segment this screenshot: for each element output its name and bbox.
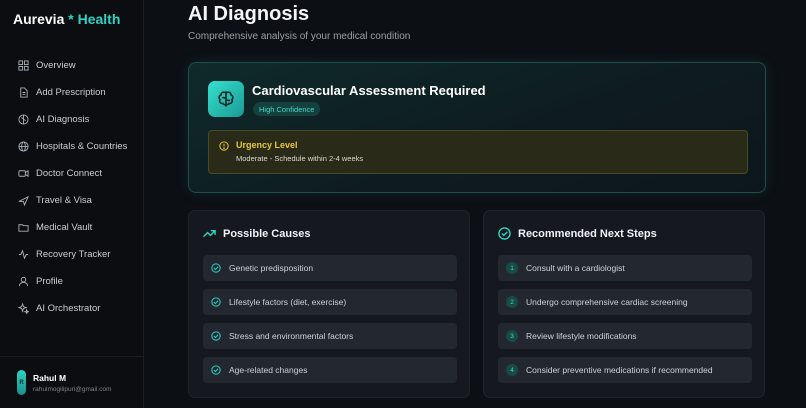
- cause-text: Genetic predisposition: [229, 263, 314, 273]
- step-number: 1: [506, 262, 518, 274]
- sidebar-item-label: Profile: [36, 276, 63, 287]
- check-circle-icon: [211, 365, 221, 375]
- check-circle-icon: [498, 227, 511, 240]
- sidebar-item-label: Doctor Connect: [36, 168, 103, 179]
- user-icon: [18, 276, 29, 287]
- panel-title: Recommended Next Steps: [518, 227, 657, 240]
- step-text: Undergo comprehensive cardiac screening: [526, 297, 688, 307]
- possible-causes-panel: Possible Causes Genetic predisposition L…: [188, 210, 470, 398]
- sidebar-item-ai-orchestrator[interactable]: AI Orchestrator: [0, 295, 144, 322]
- brain-icon: [208, 81, 244, 117]
- avatar: R: [17, 370, 26, 395]
- step-item: 4 Consider preventive medications if rec…: [498, 357, 752, 383]
- step-number: 4: [506, 364, 518, 376]
- document-icon: [20, 87, 28, 98]
- folder-icon: [18, 224, 29, 232]
- cause-text: Age-related changes: [229, 365, 308, 375]
- step-text: Review lifestyle modifications: [526, 331, 637, 341]
- sidebar-item-add-prescription[interactable]: Add Prescription: [0, 79, 144, 106]
- check-circle-icon: [211, 263, 221, 273]
- sidebar-item-label: Travel & Visa: [36, 195, 92, 206]
- cause-text: Lifestyle factors (diet, exercise): [229, 297, 347, 307]
- brain-icon: [18, 114, 29, 125]
- diagnosis-card: Cardiovascular Assessment Required High …: [188, 62, 766, 193]
- sidebar-item-label: Medical Vault: [36, 222, 93, 233]
- grid-icon: [18, 60, 29, 71]
- confidence-badge: High Confidence: [253, 102, 321, 116]
- user-email: rahulmogilipuri@gmail.com: [33, 385, 112, 393]
- sidebar-item-label: Add Prescription: [36, 87, 106, 98]
- step-number: 2: [506, 296, 518, 308]
- sidebar-item-label: AI Orchestrator: [36, 303, 101, 314]
- sparkles-icon: [18, 303, 29, 314]
- sidebar-item-travel-visa[interactable]: Travel & Visa: [0, 187, 144, 214]
- urgency-text: Moderate - Schedule within 2-4 weeks: [236, 154, 364, 163]
- sidebar-item-profile[interactable]: Profile: [0, 268, 144, 295]
- activity-icon: [18, 249, 29, 260]
- cause-item: Stress and environmental factors: [203, 323, 457, 349]
- brand-logo[interactable]: Aurevia * Health: [13, 11, 120, 27]
- user-profile[interactable]: R Rahul M rahulmogilipuri@gmail.com: [0, 356, 144, 408]
- urgency-title: Urgency Level: [236, 140, 298, 150]
- sidebar-item-medical-vault[interactable]: Medical Vault: [0, 214, 144, 241]
- sidebar-item-hospitals[interactable]: Hospitals & Countries: [0, 133, 144, 160]
- page-title: AI Diagnosis: [188, 3, 310, 25]
- cause-text: Stress and environmental factors: [229, 331, 354, 341]
- alert-circle-icon: [219, 141, 229, 151]
- step-item: 3 Review lifestyle modifications: [498, 323, 752, 349]
- panel-title: Possible Causes: [223, 227, 311, 240]
- sidebar-item-recovery-tracker[interactable]: Recovery Tracker: [0, 241, 144, 268]
- trending-up-icon: [203, 230, 216, 237]
- sidebar-item-label: Recovery Tracker: [36, 249, 111, 260]
- step-item: 2 Undergo comprehensive cardiac screenin…: [498, 289, 752, 315]
- page-subtitle: Comprehensive analysis of your medical c…: [188, 31, 411, 42]
- brand-name: Aurevia: [13, 11, 65, 27]
- sidebar-item-doctor-connect[interactable]: Doctor Connect: [0, 160, 144, 187]
- diagnosis-title: Cardiovascular Assessment Required: [252, 83, 486, 98]
- cause-item: Genetic predisposition: [203, 255, 457, 281]
- step-item: 1 Consult with a cardiologist: [498, 255, 752, 281]
- sidebar: Aurevia * Health Overview Add Prescripti…: [0, 0, 144, 408]
- sidebar-nav: Overview Add Prescription AI Diagnosis H…: [0, 52, 144, 322]
- next-steps-panel: Recommended Next Steps 1 Consult with a …: [483, 210, 765, 398]
- plane-icon: [18, 195, 29, 206]
- sidebar-item-ai-diagnosis[interactable]: AI Diagnosis: [0, 106, 144, 133]
- cause-item: Lifestyle factors (diet, exercise): [203, 289, 457, 315]
- brand-suffix: * Health: [68, 11, 121, 27]
- step-number: 3: [506, 330, 518, 342]
- main-content: AI Diagnosis Comprehensive analysis of y…: [144, 0, 806, 408]
- sidebar-item-overview[interactable]: Overview: [0, 52, 144, 79]
- urgency-box: Urgency Level Moderate - Schedule within…: [208, 130, 748, 174]
- sidebar-item-label: Hospitals & Countries: [36, 141, 128, 152]
- step-text: Consider preventive medications if recom…: [526, 365, 713, 375]
- check-circle-icon: [211, 297, 221, 307]
- step-text: Consult with a cardiologist: [526, 263, 625, 273]
- cause-item: Age-related changes: [203, 357, 457, 383]
- check-circle-icon: [211, 331, 221, 341]
- user-name: Rahul M: [33, 372, 67, 383]
- video-icon: [18, 169, 29, 178]
- globe-icon: [18, 141, 29, 152]
- sidebar-item-label: Overview: [36, 60, 76, 71]
- sidebar-item-label: AI Diagnosis: [36, 114, 90, 125]
